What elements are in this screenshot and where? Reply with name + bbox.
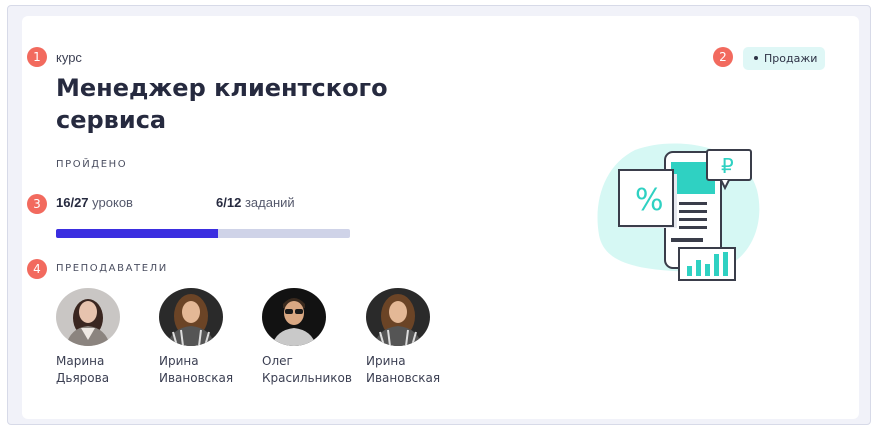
lessons-stat: 16/27 уроков bbox=[56, 195, 133, 210]
teacher-last-name: Дьярова bbox=[56, 371, 110, 385]
teacher-first-name: Олег bbox=[262, 354, 293, 368]
progress-bar bbox=[56, 229, 350, 238]
teacher-avatar[interactable] bbox=[262, 288, 326, 346]
tasks-word: заданий bbox=[244, 195, 295, 210]
tag-dot-icon bbox=[754, 56, 758, 60]
sales-illustration: % ₽ bbox=[595, 140, 770, 290]
tasks-stat: 6/12 заданий bbox=[216, 195, 295, 210]
teacher-first-name: Ирина bbox=[159, 354, 199, 368]
teacher-card[interactable]: Ирина Ивановская bbox=[366, 288, 476, 387]
ruble-icon: ₽ bbox=[721, 154, 734, 178]
progress-bar-fill bbox=[56, 229, 218, 238]
marker-1: 1 bbox=[27, 47, 47, 67]
percent-icon: % bbox=[635, 183, 664, 218]
teachers-label: ПРЕПОДАВАТЕЛИ bbox=[56, 263, 168, 274]
category-tag[interactable]: Продажи bbox=[743, 47, 825, 70]
teacher-last-name: Ивановская bbox=[159, 371, 234, 385]
lessons-count: 16/27 bbox=[56, 195, 89, 210]
lessons-word: уроков bbox=[92, 195, 133, 210]
course-title[interactable]: Менеджер клиентского сервиса bbox=[56, 72, 396, 136]
teacher-avatar[interactable] bbox=[366, 288, 430, 346]
marker-2: 2 bbox=[713, 47, 733, 67]
teacher-card[interactable]: Олег Красильников bbox=[262, 288, 372, 387]
teacher-first-name: Ирина bbox=[366, 354, 406, 368]
teacher-first-name: Марина bbox=[56, 354, 105, 368]
teacher-last-name: Ивановская bbox=[366, 371, 441, 385]
tasks-count: 6/12 bbox=[216, 195, 242, 210]
teacher-card[interactable]: Марина Дьярова bbox=[56, 288, 166, 387]
teacher-card[interactable]: Ирина Ивановская bbox=[159, 288, 269, 387]
category-tag-label: Продажи bbox=[764, 52, 818, 65]
teacher-avatar[interactable] bbox=[159, 288, 223, 346]
marker-4: 4 bbox=[27, 259, 47, 279]
teacher-last-name: Красильников bbox=[262, 371, 352, 385]
teacher-avatar[interactable] bbox=[56, 288, 120, 346]
progress-label: ПРОЙДЕНО bbox=[56, 159, 128, 170]
course-kind: курс bbox=[56, 50, 82, 65]
marker-3: 3 bbox=[27, 194, 47, 214]
